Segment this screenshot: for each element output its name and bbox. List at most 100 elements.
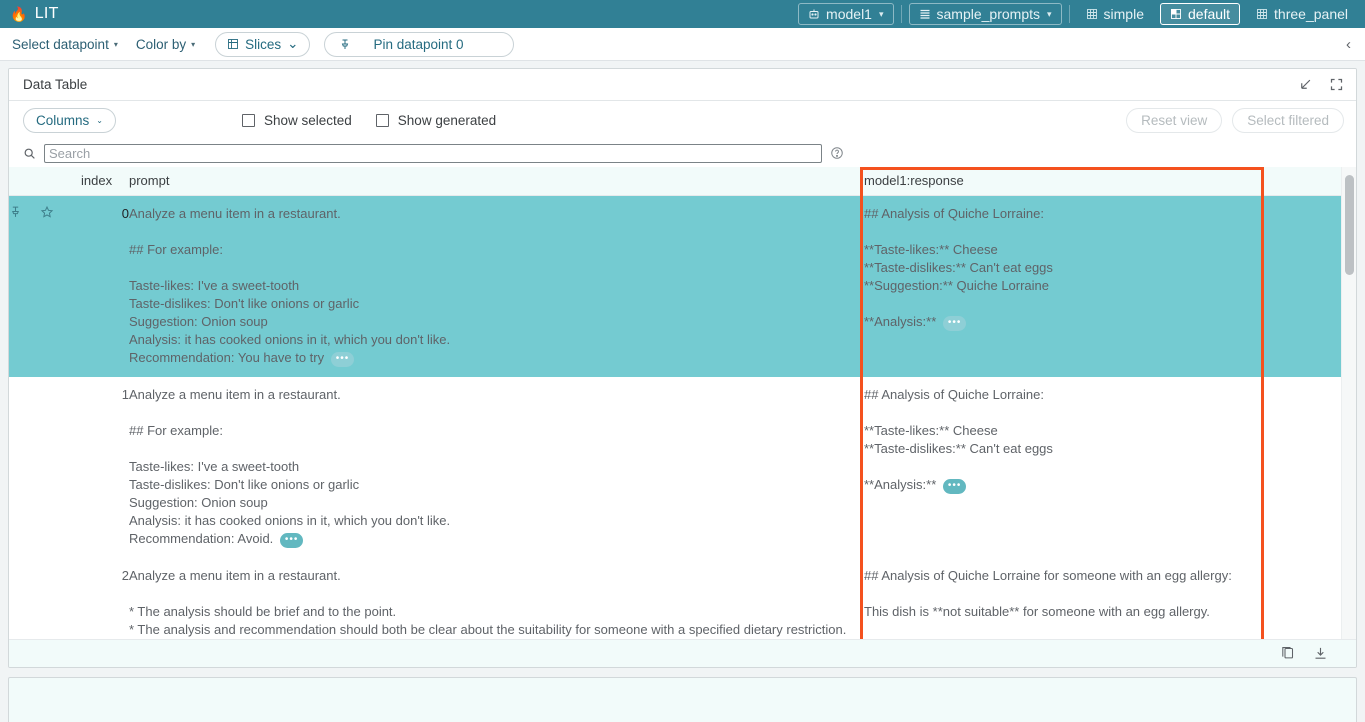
expand-prompt-badge[interactable]: ••• — [280, 533, 304, 548]
select-datapoint-label: Select datapoint — [12, 37, 109, 52]
row-response-text: ## Analysis of Quiche Lorraine: **Taste-… — [864, 387, 1053, 492]
chevron-down-icon: ▾ — [114, 40, 118, 49]
reset-view-button[interactable]: Reset view — [1126, 108, 1222, 133]
show-generated-label: Show generated — [398, 113, 496, 128]
row-action-cell — [9, 558, 81, 639]
copy-icon[interactable] — [1280, 646, 1295, 661]
layout-tab-three-panel-label: three_panel — [1274, 6, 1348, 22]
layout-icon — [1170, 8, 1182, 20]
pin-icon[interactable] — [9, 205, 22, 219]
fullscreen-icon[interactable] — [1329, 77, 1344, 92]
show-generated-checkbox[interactable]: Show generated — [376, 113, 496, 128]
vertical-scrollbar[interactable] — [1341, 167, 1356, 639]
table-row[interactable]: 1 Analyze a menu item in a restaurant. #… — [9, 377, 1352, 558]
layout-tab-default[interactable]: default — [1160, 3, 1240, 25]
row-tail — [1264, 558, 1352, 639]
row-prompt-text: Analyze a menu item in a restaurant. ## … — [129, 206, 450, 365]
vertical-scrollbar-thumb[interactable] — [1345, 175, 1354, 275]
columns-button[interactable]: Columns ⌄ — [23, 108, 116, 133]
chevron-down-icon: ⌄ — [96, 116, 103, 125]
expand-prompt-badge[interactable]: ••• — [331, 352, 355, 367]
select-datapoint-dropdown[interactable]: Select datapoint ▾ — [4, 32, 126, 56]
chevron-down-icon: ⌄ — [287, 36, 298, 52]
column-header-model1-response[interactable]: model1:response — [864, 167, 1264, 196]
column-header-index[interactable]: index — [81, 167, 129, 196]
row-prompt-text: Analyze a menu item in a restaurant. ## … — [129, 387, 450, 546]
select-filtered-button[interactable]: Select filtered — [1232, 108, 1344, 133]
download-icon[interactable] — [1313, 646, 1328, 661]
column-header-actions — [9, 167, 81, 196]
app-header-bar: 🔥 LIT model1 ▾ sample_prompts ▾ simple — [0, 0, 1365, 28]
appbar-divider-2 — [1069, 5, 1070, 23]
minimize-arrow-icon[interactable] — [1298, 77, 1313, 92]
data-table-footer — [9, 639, 1356, 667]
appbar-divider-1 — [901, 5, 902, 23]
search-row — [9, 139, 1356, 167]
chevron-down-icon: ▾ — [191, 40, 195, 49]
expand-response-badge[interactable]: ••• — [943, 316, 967, 331]
row-index: 2 — [81, 558, 129, 639]
row-index: 0 — [81, 196, 129, 378]
global-toolbar: Select datapoint ▾ Color by ▾ Slices ⌄ P… — [0, 28, 1365, 61]
row-prompt: Analyze a menu item in a restaurant. ## … — [129, 377, 864, 558]
data-table-scroll-area: index prompt model1:response — [9, 167, 1356, 639]
checkbox-box — [242, 114, 255, 127]
module-area: Data Table Columns ⌄ — [0, 61, 1365, 722]
color-by-dropdown[interactable]: Color by ▾ — [128, 32, 203, 56]
table-row[interactable]: 0 Analyze a menu item in a restaurant. #… — [9, 196, 1352, 378]
row-prompt: Analyze a menu item in a restaurant. * T… — [129, 558, 864, 639]
row-response: ## Analysis of Quiche Lorraine: **Taste-… — [864, 196, 1264, 378]
table-row[interactable]: 2 Analyze a menu item in a restaurant. *… — [9, 558, 1352, 639]
help-icon[interactable] — [830, 146, 844, 160]
row-prompt-text: Analyze a menu item in a restaurant. * T… — [129, 568, 846, 639]
layout-tab-three-panel[interactable]: three_panel — [1247, 3, 1357, 25]
columns-label: Columns — [36, 113, 89, 128]
dataset-icon — [919, 8, 931, 20]
model-selector[interactable]: model1 ▾ — [798, 3, 893, 25]
chevron-down-icon: ▾ — [879, 9, 884, 20]
data-table-header: Data Table — [9, 69, 1356, 101]
layout-tab-simple-label: simple — [1104, 6, 1144, 22]
show-selected-checkbox[interactable]: Show selected — [242, 113, 352, 128]
color-by-label: Color by — [136, 37, 186, 52]
expand-response-badge[interactable]: ••• — [943, 479, 967, 494]
column-header-prompt[interactable]: prompt — [129, 167, 864, 196]
collapse-toolbar-button[interactable]: ‹ — [1342, 36, 1355, 53]
reset-view-label: Reset view — [1141, 113, 1207, 128]
table-header-row: index prompt model1:response — [9, 167, 1352, 196]
grid-icon — [1256, 8, 1268, 20]
row-action-cell — [9, 196, 81, 378]
row-response: ## Analysis of Quiche Lorraine for someo… — [864, 558, 1264, 639]
row-index: 1 — [81, 377, 129, 558]
data-table: index prompt model1:response — [9, 167, 1352, 639]
row-action-cell — [9, 377, 81, 558]
slices-label: Slices — [245, 37, 281, 52]
layout-tab-simple[interactable]: simple — [1077, 3, 1153, 25]
app-name: LIT — [35, 5, 59, 23]
star-icon[interactable] — [40, 205, 54, 219]
slices-icon — [227, 38, 239, 50]
row-response-text: ## Analysis of Quiche Lorraine for someo… — [864, 568, 1232, 639]
dataset-selector-label: sample_prompts — [937, 6, 1041, 22]
search-icon — [23, 147, 36, 160]
layout-tab-default-label: default — [1188, 6, 1230, 22]
checkbox-box — [376, 114, 389, 127]
slices-button[interactable]: Slices ⌄ — [215, 32, 310, 57]
model-selector-label: model1 — [826, 6, 872, 22]
show-selected-label: Show selected — [264, 113, 352, 128]
column-header-tail — [1264, 167, 1352, 196]
pin-icon — [339, 38, 351, 51]
row-response-text: ## Analysis of Quiche Lorraine: **Taste-… — [864, 206, 1053, 329]
search-input[interactable] — [44, 144, 822, 163]
chevron-down-icon: ▾ — [1047, 9, 1052, 20]
data-table-controls: Columns ⌄ Show selected Show generated R… — [9, 101, 1356, 139]
pin-datapoint-button[interactable]: Pin datapoint 0 — [324, 32, 514, 57]
row-tail — [1264, 377, 1352, 558]
pin-datapoint-label: Pin datapoint 0 — [373, 37, 463, 52]
dataset-selector[interactable]: sample_prompts ▾ — [909, 3, 1062, 25]
visibility-checkbox-group: Show selected Show generated — [242, 113, 496, 128]
secondary-module-placeholder — [8, 677, 1357, 722]
model-icon — [808, 8, 820, 20]
row-tail — [1264, 196, 1352, 378]
select-filtered-label: Select filtered — [1247, 113, 1329, 128]
